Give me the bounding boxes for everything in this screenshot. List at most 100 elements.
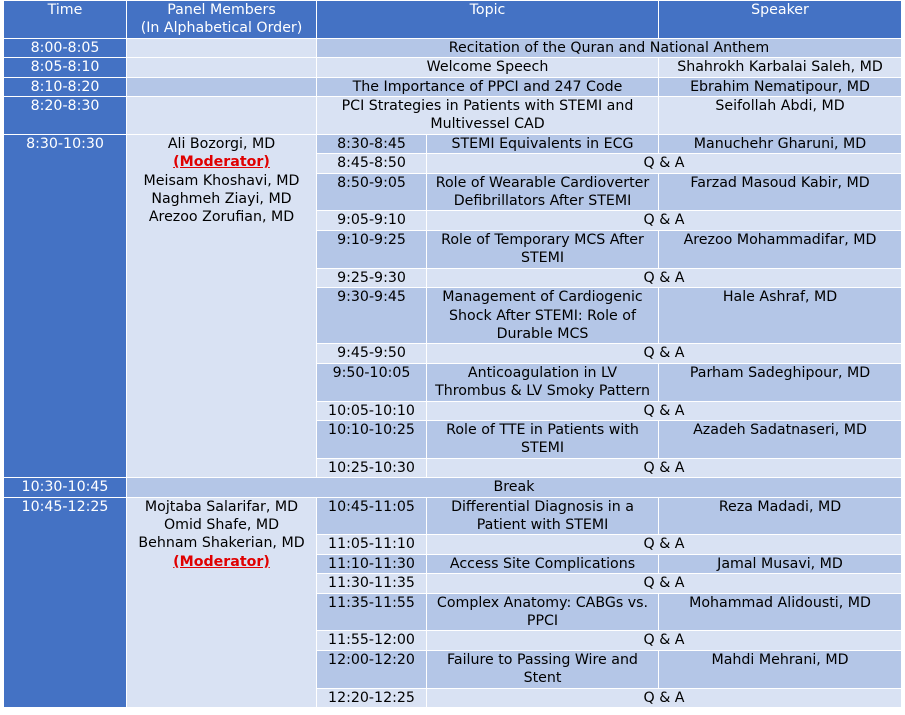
qa-cell: Q & A [426, 400, 902, 421]
topic-line: Durable MCS [496, 325, 589, 342]
panel-member: Mojtaba Salarifar, MD [144, 498, 299, 515]
topic-cell: Welcome Speech [316, 57, 659, 78]
qa-cell: Q & A [426, 534, 902, 555]
time-cell: 10:30-10:45 [3, 477, 127, 498]
slot-time-cell: 11:10-11:30 [316, 553, 427, 575]
topic-line: Defibrillators After STEMI [453, 193, 632, 210]
slot-time-cell: 9:30-9:45 [316, 287, 427, 345]
topic-line: Stent [523, 670, 562, 687]
slot-time-cell: 9:25-9:30 [316, 267, 427, 289]
slot-time-cell: 12:20-12:25 [316, 687, 427, 709]
qa-cell: Q & A [426, 153, 902, 174]
header-panel-members: Panel Members (In Alphabetical Order) [126, 0, 317, 39]
qa-cell: Q & A [426, 210, 902, 231]
topic-line: Shock After STEMI: Role of [449, 307, 636, 324]
topic-line: Access Site Complications [449, 555, 636, 572]
qa-cell: Q & A [426, 267, 902, 289]
table-row: 8:05-8:10 Welcome Speech Shahrokh Karbal… [3, 57, 902, 78]
topic-cell: Differential Diagnosis in a Patient with … [426, 496, 659, 536]
slot-time-cell: 9:50-10:05 [316, 362, 427, 402]
topic-line: PPCI [526, 613, 559, 629]
table-row: 8:20-8:30 PCI Strategies in Patients wit… [3, 96, 902, 135]
topic-cell: Recitation of the Quran and National Ant… [316, 37, 902, 59]
slot-time-cell: 10:05-10:10 [316, 400, 427, 421]
slot-time-cell: 12:00-12:20 [316, 649, 427, 689]
slot-time-cell: 11:55-12:00 [316, 630, 427, 651]
topic-line: Thrombus & LV Smoky Pattern [435, 383, 650, 400]
speaker-cell: Parham Sadeghipour, MD [658, 362, 902, 402]
slot-time-cell: 11:05-11:10 [316, 534, 427, 555]
topic-cell: Management of Cardiogenic Shock After STE… [426, 287, 659, 345]
speaker-cell: Manuchehr Gharuni, MD [658, 133, 902, 155]
topic-cell: STEMI Equivalents in ECG [426, 133, 659, 155]
topic-cell: PCI Strategies in Patients with STEMI an… [316, 96, 659, 135]
time-cell: 8:10-8:20 [3, 76, 127, 98]
header-speaker: Speaker [658, 0, 902, 39]
speaker-cell: Jamal Musavi, MD [658, 553, 902, 575]
topic-cell: Anticoagulation in LV Thrombus & LV Smoky… [426, 362, 659, 402]
panel-cell [126, 57, 317, 78]
slot-time-cell: 9:05-9:10 [316, 210, 427, 231]
time-cell: 8:00-8:05 [3, 37, 127, 59]
panel-member: Behnam Shakerian, MD [138, 535, 305, 552]
topic-line: Role of Wearable Cardioverter [435, 174, 650, 191]
topic-line: Role of TTE in Patients with [446, 421, 639, 438]
break-cell: Break [126, 477, 902, 498]
panel-cell [126, 96, 317, 135]
slot-time-cell: 8:45-8:50 [316, 153, 427, 174]
panel-member: Arezoo Zorufian, MD [148, 209, 295, 226]
moderator-name: Ali Bozorgi, MD [167, 135, 276, 152]
session-time-cell: 10:45-12:25 [3, 496, 127, 709]
header-row: Time Panel Members (In Alphabetical Orde… [3, 0, 902, 39]
slot-time-cell: 11:30-11:35 [316, 573, 427, 594]
slot-time-cell: 10:10-10:25 [316, 419, 427, 459]
panel-cell [126, 37, 317, 59]
moderator-tag: (Moderator) [173, 154, 270, 171]
topic-line: Patient with STEMI [476, 516, 609, 533]
table-row: 8:00-8:05 Recitation of the Quran and Na… [3, 37, 902, 59]
topic-line: Complex Anatomy: CABGs vs. [436, 594, 649, 611]
speaker-cell: Ebrahim Nematipour, MD [658, 76, 902, 98]
topic-line: Role of Temporary MCS After [441, 231, 644, 248]
speaker-cell: Reza Madadi, MD [658, 496, 902, 536]
speaker-cell: Azadeh Sadatnaseri, MD [658, 419, 902, 459]
topic-cell: The Importance of PPCI and 247 Code [316, 76, 659, 98]
panel-member: Naghmeh Ziayi, MD [151, 191, 292, 208]
session-time-cell: 8:30-10:30 [3, 133, 127, 479]
break-row: 10:30-10:45 Break [3, 477, 902, 498]
table-row: 8:30-10:30 Ali Bozorgi, MD (Moderator) Meis… [3, 133, 902, 479]
panel-cell [126, 76, 317, 98]
topic-cell: Access Site Complications [426, 553, 659, 575]
slot-time-cell: 9:45-9:50 [316, 343, 427, 364]
time-cell: 8:20-8:30 [3, 96, 127, 135]
topic-line: Differential Diagnosis in a [451, 498, 634, 515]
topic-line: Multivessel CAD [430, 116, 545, 133]
table-row: 8:10-8:20 The Importance of PPCI and 247… [3, 76, 902, 98]
header-time: Time [3, 0, 127, 39]
topic-line: Anticoagulation in LV [467, 364, 618, 381]
program-table: Time Panel Members (In Alphabetical Orde… [3, 0, 902, 709]
topic-cell: Role of Temporary MCS After STEMI [426, 229, 659, 269]
speaker-cell: Farzad Masoud Kabir, MD [658, 172, 902, 212]
topic-line: STEMI [520, 440, 565, 457]
slot-time-cell: 9:10-9:25 [316, 229, 427, 269]
program-body: 8:00-8:05 Recitation of the Quran and Na… [3, 37, 902, 709]
panel-members-cell: Mojtaba Salarifar, MD Omid Shafe, MD Behna… [126, 496, 317, 709]
qa-cell: Q & A [426, 343, 902, 364]
topic-line: PCI Strategies in Patients with STEMI an… [341, 98, 634, 115]
speaker-cell: Hale Ashraf, MD [658, 287, 902, 345]
moderator-tag: (Moderator) [173, 553, 270, 570]
header-topic: Topic [316, 0, 659, 39]
topic-line: Failure to Passing Wire and [447, 651, 638, 668]
time-cell: 8:05-8:10 [3, 57, 127, 78]
qa-cell: Q & A [426, 573, 902, 594]
panel-member: Omid Shafe, MD [163, 516, 280, 533]
topic-cell: Role of TTE in Patients with STEMI [426, 419, 659, 459]
qa-cell: Q & A [426, 630, 902, 651]
speaker-cell: Shahrokh Karbalai Saleh, MD [658, 57, 902, 78]
topic-line: Management of Cardiogenic [442, 289, 643, 306]
speaker-cell: Mohammad Alidousti, MD [658, 592, 902, 632]
qa-cell: Q & A [426, 457, 902, 479]
panel-member: Meisam Khoshavi, MD [143, 172, 300, 189]
speaker-cell: Mahdi Mehrani, MD [658, 649, 902, 689]
